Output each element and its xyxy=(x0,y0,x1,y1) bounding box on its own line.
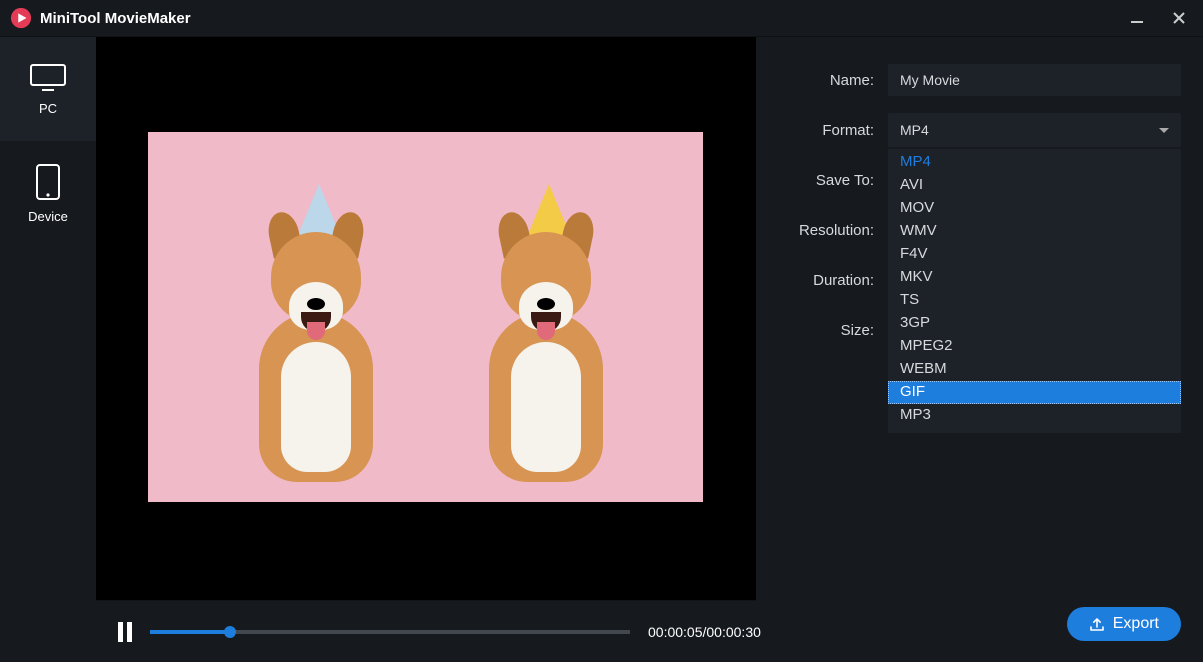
app-logo-icon xyxy=(10,7,32,29)
format-dropdown[interactable]: MP4AVIMOVWMVF4VMKVTS3GPMPEG2WEBMGIFMP3 xyxy=(888,149,1181,433)
monitor-icon xyxy=(29,63,67,93)
format-option[interactable]: WEBM xyxy=(888,358,1181,381)
window-close-button[interactable] xyxy=(1171,10,1187,26)
format-option[interactable]: MOV xyxy=(888,197,1181,220)
export-panel: Name: Format: MP4 Save To: Resolution: D… xyxy=(756,37,1203,662)
title-bar: MiniTool MovieMaker xyxy=(0,0,1203,37)
tablet-icon xyxy=(33,163,63,201)
format-option[interactable]: AVI xyxy=(888,174,1181,197)
format-option[interactable]: 3GP xyxy=(888,312,1181,335)
format-option[interactable]: MKV xyxy=(888,266,1181,289)
window-minimize-button[interactable] xyxy=(1129,10,1145,26)
format-option[interactable]: MP3 xyxy=(888,404,1181,427)
format-option[interactable]: TS xyxy=(888,289,1181,312)
preview-frame xyxy=(148,132,703,502)
duration-label: Duration: xyxy=(778,272,874,289)
sidebar-item-label: PC xyxy=(39,101,57,116)
format-option[interactable]: WMV xyxy=(888,220,1181,243)
format-option[interactable]: MP4 xyxy=(888,151,1181,174)
export-button-label: Export xyxy=(1113,615,1159,633)
format-option[interactable]: F4V xyxy=(888,243,1181,266)
pause-button[interactable] xyxy=(118,622,132,642)
video-preview xyxy=(96,37,756,600)
format-option[interactable]: GIF xyxy=(888,381,1181,404)
sidebar: PC Device xyxy=(0,37,96,662)
sidebar-item-device[interactable]: Device xyxy=(0,141,96,245)
name-label: Name: xyxy=(778,72,874,89)
format-select[interactable]: MP4 xyxy=(888,113,1181,147)
sidebar-item-pc[interactable]: PC xyxy=(0,37,96,141)
transport-bar: 00:00:05/00:00:30 xyxy=(96,600,756,662)
saveto-label: Save To: xyxy=(778,172,874,189)
timecode: 00:00:05/00:00:30 xyxy=(648,624,761,640)
seek-slider[interactable] xyxy=(150,630,630,634)
format-option[interactable]: MPEG2 xyxy=(888,335,1181,358)
resolution-label: Resolution: xyxy=(778,222,874,239)
name-input[interactable] xyxy=(888,64,1181,96)
upload-icon xyxy=(1089,616,1105,632)
export-button[interactable]: Export xyxy=(1067,607,1181,641)
format-select-value: MP4 xyxy=(900,122,929,138)
sidebar-item-label: Device xyxy=(28,209,68,224)
format-label: Format: xyxy=(778,122,874,139)
chevron-down-icon xyxy=(1159,128,1169,133)
app-title: MiniTool MovieMaker xyxy=(40,10,191,27)
size-label: Size: xyxy=(778,322,874,339)
